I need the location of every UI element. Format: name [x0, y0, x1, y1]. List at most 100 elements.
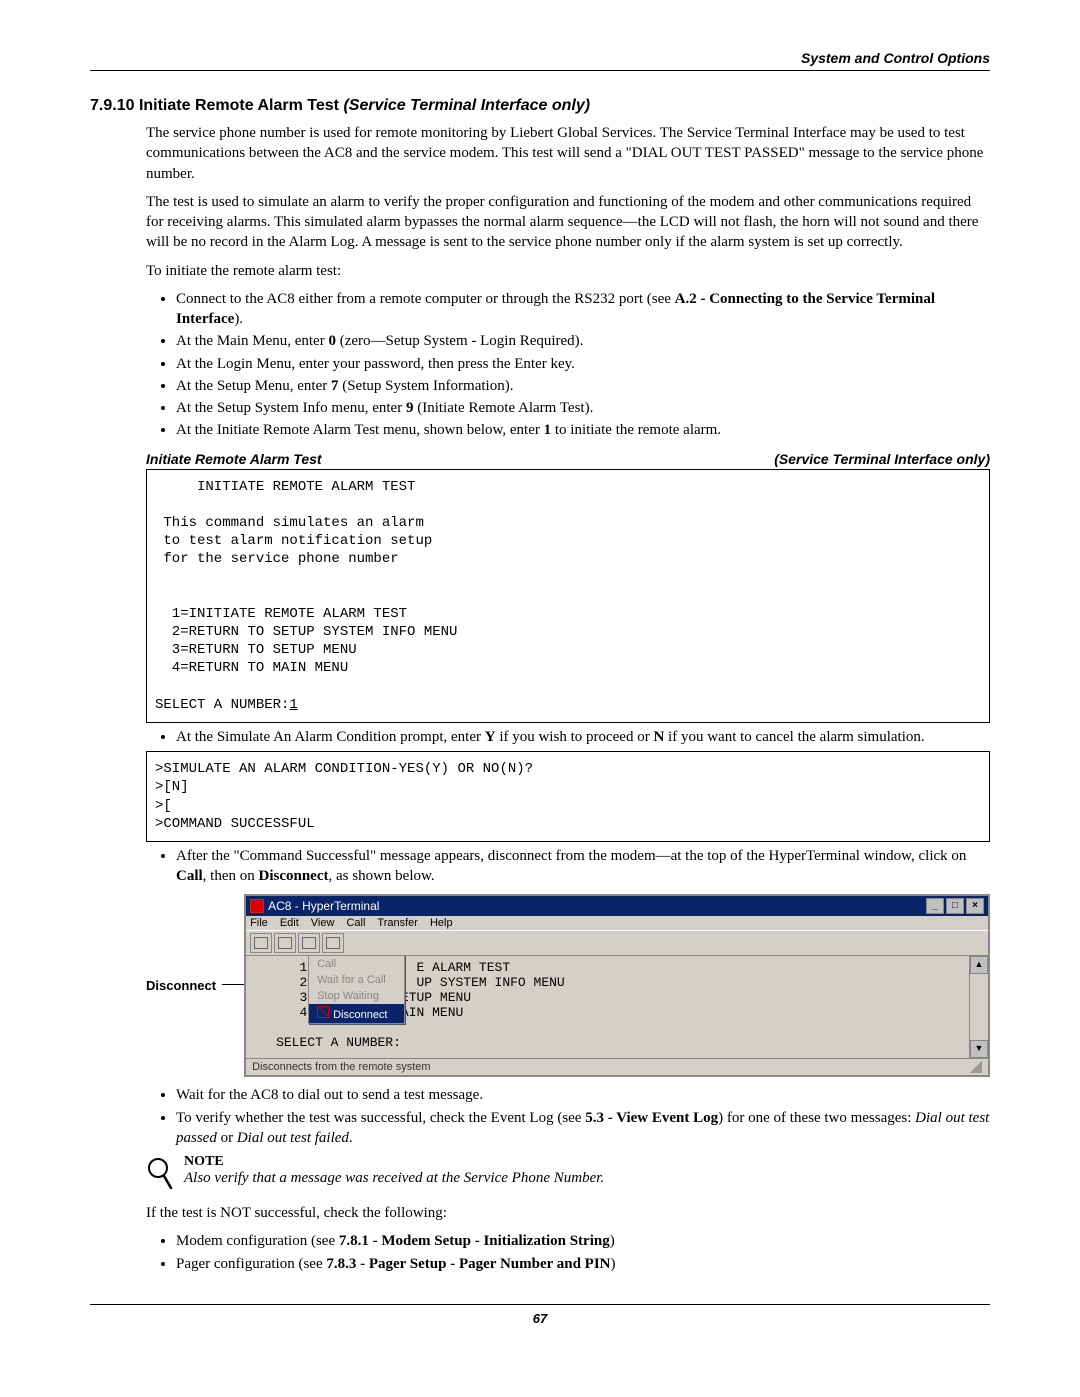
section-title: Initiate Remote Alarm Test — [139, 97, 339, 114]
text: After the "Command Successful" message a… — [176, 848, 966, 864]
ref-bold: 7.8.3 - Pager Setup - Pager Number and P… — [326, 1256, 610, 1272]
divider — [90, 70, 990, 71]
code-line: This command simulates an alarm — [155, 515, 424, 531]
submenu-call[interactable]: Call — [309, 956, 403, 972]
code-line: 4=RETURN TO MAIN MENU — [155, 660, 348, 676]
screenshot-figure: Disconnect AC8 - HyperTerminal _ □ × Fil… — [146, 894, 990, 1077]
step-list: At the Simulate An Alarm Condition promp… — [146, 727, 990, 747]
toolbar-button[interactable] — [250, 933, 272, 953]
note-heading: NOTE — [184, 1154, 604, 1170]
ref-bold: 5.3 - View Event Log — [585, 1110, 718, 1126]
list-item: At the Login Menu, enter your password, … — [176, 354, 990, 374]
submenu-wait[interactable]: Wait for a Call — [309, 972, 403, 988]
ref-bold: 7.8.1 - Modem Setup - Initialization Str… — [339, 1233, 610, 1249]
text: At the Setup System Info menu, enter — [176, 400, 406, 416]
status-bar: Disconnects from the remote system — [246, 1058, 988, 1075]
toolbar-button[interactable] — [274, 933, 296, 953]
key-bold: 0 — [328, 333, 336, 349]
section-number: 7.9.10 — [90, 97, 134, 114]
text: ) for one of these two messages: — [718, 1110, 915, 1126]
code-heading-right: (Service Terminal Interface only) — [774, 451, 990, 467]
resize-grip-icon[interactable] — [970, 1061, 982, 1073]
key-bold: Y — [485, 729, 496, 745]
submenu-label: Disconnect — [333, 1009, 387, 1021]
terminal-area: Call Wait for a Call Stop Waiting Discon… — [246, 956, 969, 1058]
text: if you wish to proceed or — [496, 729, 654, 745]
toolbar-button[interactable] — [298, 933, 320, 953]
text: ). — [234, 311, 243, 327]
code-line: INITIATE REMOTE ALARM TEST — [155, 479, 415, 495]
scroll-down-button[interactable]: ▼ — [970, 1040, 988, 1058]
text: To verify whether the test was successfu… — [176, 1110, 585, 1126]
callout-line — [222, 984, 244, 985]
text: At the Simulate An Alarm Condition promp… — [176, 729, 485, 745]
minimize-button[interactable]: _ — [926, 898, 944, 914]
ref-bold: Call — [176, 868, 203, 884]
ref-bold: Disconnect — [259, 868, 329, 884]
menu-file[interactable]: File — [250, 917, 268, 929]
maximize-button[interactable]: □ — [946, 898, 964, 914]
disconnect-icon — [317, 1006, 329, 1018]
list-item: Modem configuration (see 7.8.1 - Modem S… — [176, 1231, 990, 1251]
divider — [90, 1304, 990, 1305]
step-list: Wait for the AC8 to dial out to send a t… — [146, 1085, 990, 1148]
scroll-up-button[interactable]: ▲ — [970, 956, 988, 974]
section-subtitle: (Service Terminal Interface only) — [343, 97, 590, 114]
submenu-disconnect[interactable]: Disconnect — [309, 1004, 403, 1023]
list-item: Connect to the AC8 either from a remote … — [176, 289, 990, 330]
code-line: 1=INITIATE REMOTE ALARM TEST — [155, 606, 407, 622]
status-text: Disconnects from the remote system — [252, 1061, 431, 1073]
scrollbar[interactable]: ▲ ▼ — [969, 956, 988, 1058]
text: At the Initiate Remote Alarm Test menu, … — [176, 422, 544, 438]
terminal-box: >SIMULATE AN ALARM CONDITION-YES(Y) OR N… — [146, 751, 990, 842]
menu-transfer[interactable]: Transfer — [377, 917, 418, 929]
submenu-stop[interactable]: Stop Waiting — [309, 988, 403, 1004]
terminal-box: INITIATE REMOTE ALARM TEST This command … — [146, 469, 990, 723]
page-header: System and Control Options — [90, 50, 990, 70]
text: Pager configuration (see — [176, 1256, 326, 1272]
menu-view[interactable]: View — [311, 917, 335, 929]
body-para: If the test is NOT successful, check the… — [146, 1203, 990, 1223]
text: ) — [611, 1256, 616, 1272]
toolbar — [246, 930, 988, 956]
step-list: After the "Command Successful" message a… — [146, 846, 990, 887]
code-heading-left: Initiate Remote Alarm Test — [146, 451, 322, 467]
text: At the Setup Menu, enter — [176, 378, 331, 394]
text: Modem configuration (see — [176, 1233, 339, 1249]
code-line: 2=RETURN TO SETUP SYSTEM INFO MENU — [155, 624, 457, 640]
code-line: for the service phone number — [155, 551, 399, 567]
menu-edit[interactable]: Edit — [280, 917, 299, 929]
code-heading: Initiate Remote Alarm Test (Service Term… — [146, 451, 990, 467]
list-item: At the Simulate An Alarm Condition promp… — [176, 727, 990, 747]
list-item: At the Setup Menu, enter 7 (Setup System… — [176, 376, 990, 396]
code-line: SELECT A NUMBER: — [155, 697, 289, 713]
note-body: Also verify that a message was received … — [184, 1170, 604, 1187]
list-item: At the Setup System Info menu, enter 9 (… — [176, 398, 990, 418]
magnifier-icon — [146, 1156, 174, 1195]
text: (Setup System Information). — [338, 378, 513, 394]
list-item: Pager configuration (see 7.8.3 - Pager S… — [176, 1254, 990, 1274]
key-bold: N — [653, 729, 664, 745]
note-block: NOTE Also verify that a message was rece… — [146, 1154, 990, 1195]
window-titlebar: AC8 - HyperTerminal _ □ × — [246, 896, 988, 916]
code-input-value: 1 — [289, 697, 297, 713]
text: (zero—Setup System - Login Required). — [336, 333, 583, 349]
list-item: After the "Command Successful" message a… — [176, 846, 990, 887]
body-para: To initiate the remote alarm test: — [146, 261, 990, 281]
text-italic: Dial out test failed — [237, 1130, 349, 1146]
list-item: At the Main Menu, enter 0 (zero—Setup Sy… — [176, 331, 990, 351]
call-submenu: Call Wait for a Call Stop Waiting Discon… — [308, 955, 404, 1024]
menu-call[interactable]: Call — [346, 917, 365, 929]
body-para: The service phone number is used for rem… — [146, 123, 990, 184]
list-item: Wait for the AC8 to dial out to send a t… — [176, 1085, 990, 1105]
list-item: To verify whether the test was successfu… — [176, 1108, 990, 1149]
close-button[interactable]: × — [966, 898, 984, 914]
text: ) — [610, 1233, 615, 1249]
menu-help[interactable]: Help — [430, 917, 453, 929]
text: At the Main Menu, enter — [176, 333, 328, 349]
window-title: AC8 - HyperTerminal — [268, 899, 379, 913]
toolbar-button[interactable] — [322, 933, 344, 953]
page-number: 67 — [90, 1311, 990, 1326]
text: Connect to the AC8 either from a remote … — [176, 291, 675, 307]
code-line: to test alarm notification setup — [155, 533, 432, 549]
